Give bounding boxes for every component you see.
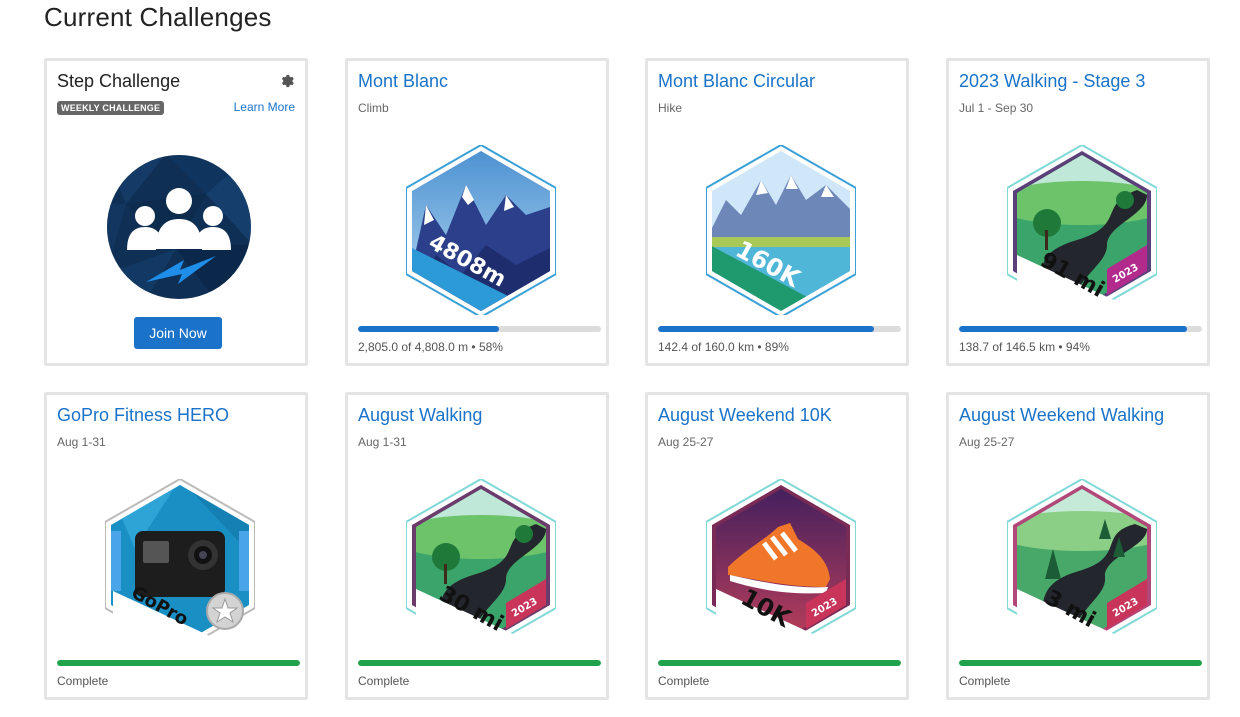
mountain-badge-icon: 4808m bbox=[406, 145, 556, 315]
challenge-card[interactable]: GoPro Fitness HERO Aug 1-31 GoPro Comple… bbox=[44, 392, 308, 700]
weekly-challenge-badge: WEEKLY CHALLENGE bbox=[57, 101, 165, 115]
challenge-title-link[interactable]: Mont Blanc bbox=[358, 71, 448, 92]
challenge-card[interactable]: 2023 Walking - Stage 3 Jul 1 - Sep 30 20… bbox=[946, 58, 1210, 366]
challenge-subtitle: Aug 1-31 bbox=[57, 435, 106, 449]
challenge-subtitle: Aug 25-27 bbox=[658, 435, 714, 449]
challenge-subtitle: Jul 1 - Sep 30 bbox=[959, 101, 1034, 115]
progress-text: Complete bbox=[57, 674, 109, 688]
challenge-subtitle: Aug 1-31 bbox=[358, 435, 407, 449]
challenge-card[interactable]: Mont Blanc Climb 4808m 2,805.0 of 4,808.… bbox=[345, 58, 609, 366]
progress-text: 2,805.0 of 4,808.0 m • 58% bbox=[358, 340, 503, 354]
progress-bar bbox=[358, 326, 601, 332]
progress-text: Complete bbox=[959, 674, 1011, 688]
progress-bar bbox=[658, 660, 901, 666]
challenge-card-step: Step Challenge WEEKLY CHALLENGE Learn Mo… bbox=[44, 58, 308, 366]
progress-bar bbox=[57, 660, 300, 666]
page-title: Current Challenges bbox=[44, 2, 272, 32]
challenge-title: Step Challenge bbox=[57, 71, 181, 91]
walking-path-badge-icon: 2023 30 mi bbox=[406, 479, 556, 649]
progress-fill bbox=[959, 326, 1188, 332]
progress-text: Complete bbox=[358, 674, 410, 688]
challenge-card[interactable]: Mont Blanc Circular Hike 160K 142.4 of 1… bbox=[645, 58, 909, 366]
group-lightning-icon bbox=[107, 155, 251, 299]
progress-fill bbox=[658, 326, 875, 332]
progress-fill bbox=[658, 660, 901, 666]
gear-icon[interactable] bbox=[280, 74, 294, 88]
progress-bar bbox=[959, 326, 1202, 332]
progress-bar bbox=[658, 326, 901, 332]
lake-mountain-badge-icon: 160K bbox=[706, 145, 856, 315]
challenge-subtitle: Climb bbox=[358, 101, 389, 115]
challenge-title-link[interactable]: August Walking bbox=[358, 405, 482, 426]
running-shoe-badge-icon: 2023 10K bbox=[706, 479, 856, 649]
walking-path-badge-icon: 2023 91 mi bbox=[1007, 145, 1157, 315]
progress-fill bbox=[358, 326, 499, 332]
challenge-title-link[interactable]: 2023 Walking - Stage 3 bbox=[959, 71, 1145, 92]
challenge-subtitle: Aug 25-27 bbox=[959, 435, 1015, 449]
walking-path-badge-icon: 2023 3 mi bbox=[1007, 479, 1157, 649]
challenge-card[interactable]: August Weekend Walking Aug 25-27 2023 3 … bbox=[946, 392, 1210, 700]
gopro-camera-badge-icon: GoPro bbox=[105, 479, 255, 649]
progress-fill bbox=[358, 660, 601, 666]
progress-fill bbox=[57, 660, 300, 666]
join-now-button[interactable]: Join Now bbox=[134, 317, 222, 349]
challenge-title-link[interactable]: Mont Blanc Circular bbox=[658, 71, 815, 92]
challenge-subtitle: Hike bbox=[658, 101, 683, 115]
progress-text: 138.7 of 146.5 km • 94% bbox=[959, 340, 1090, 354]
progress-text: Complete bbox=[658, 674, 710, 688]
challenge-card[interactable]: August Walking Aug 1-31 2023 30 mi Compl… bbox=[345, 392, 609, 700]
challenge-title-link[interactable]: August Weekend 10K bbox=[658, 405, 832, 426]
progress-fill bbox=[959, 660, 1202, 666]
challenge-title-link[interactable]: GoPro Fitness HERO bbox=[57, 405, 229, 426]
progress-bar bbox=[959, 660, 1202, 666]
challenge-title-link[interactable]: August Weekend Walking bbox=[959, 405, 1164, 426]
progress-text: 142.4 of 160.0 km • 89% bbox=[658, 340, 789, 354]
progress-bar bbox=[358, 660, 601, 666]
learn-more-link[interactable]: Learn More bbox=[234, 100, 295, 114]
challenge-card[interactable]: August Weekend 10K Aug 25-27 2023 10K Co… bbox=[645, 392, 909, 700]
